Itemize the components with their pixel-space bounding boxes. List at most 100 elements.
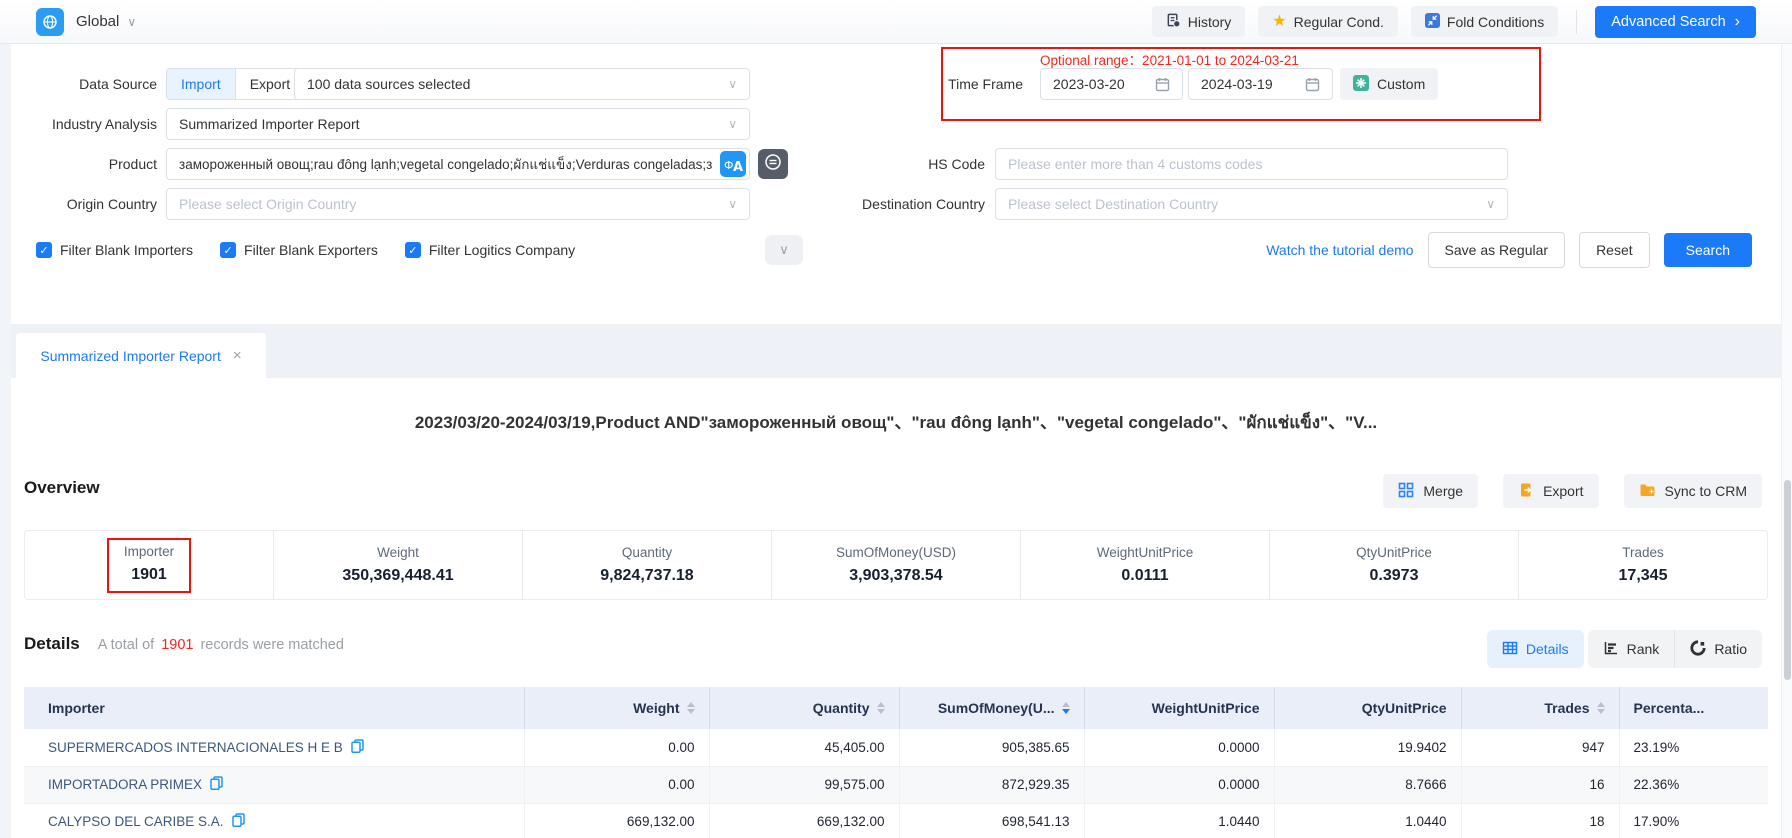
chevron-down-icon: ∨ [728, 77, 737, 91]
view-toggle: Details Rank Ratio [1487, 630, 1762, 668]
hs-code-input[interactable] [995, 148, 1508, 180]
destination-country-select[interactable]: Please select Destination Country ∨ [995, 188, 1508, 220]
topbar-actions: History ★ Regular Cond. Fold Conditions … [1152, 6, 1756, 38]
stat-importer: Importer 1901 [25, 531, 274, 599]
chevron-down-icon: ∨ [127, 15, 136, 29]
import-option[interactable]: Import [167, 69, 236, 99]
save-as-regular-button[interactable]: Save as Regular [1428, 232, 1566, 268]
chevron-down-icon: ∨ [1486, 197, 1495, 211]
cell-sum-of-money: 905,385.65 [899, 729, 1084, 766]
close-icon[interactable]: × [233, 347, 242, 364]
checkbox-checked-icon: ✓ [220, 242, 236, 258]
custom-range-button[interactable]: Custom [1340, 68, 1438, 100]
importer-link[interactable]: CALYPSO DEL CARIBE S.A. [48, 813, 510, 830]
date-to-input[interactable]: 2024-03-19 [1188, 68, 1333, 100]
view-toggle-group: Rank Ratio [1588, 630, 1762, 668]
checkbox-filter-logitics-company[interactable]: ✓ Filter Logitics Company [405, 242, 575, 258]
cell-quantity: 99,575.00 [709, 766, 899, 803]
copy-icon[interactable] [232, 813, 245, 830]
sort-icon-desc-active[interactable] [1062, 702, 1070, 714]
cell-sum-of-money: 698,541.13 [899, 803, 1084, 838]
annotation-box-importer: Importer 1901 [107, 538, 191, 593]
cell-quantity: 669,132.00 [709, 803, 899, 838]
checkbox-filter-blank-importers[interactable]: ✓ Filter Blank Importers [36, 242, 193, 258]
scrollbar-thumb[interactable] [1784, 480, 1791, 680]
filter-checkboxes: ✓ Filter Blank Importers ✓ Filter Blank … [36, 234, 575, 266]
calendar-icon [1155, 77, 1170, 92]
cell-weight: 0.00 [524, 729, 709, 766]
table-grid-icon [1502, 640, 1518, 659]
ratio-view-label: Ratio [1714, 641, 1747, 657]
history-button[interactable]: History [1152, 6, 1246, 37]
export-button[interactable]: Export [1503, 474, 1598, 508]
sync-to-crm-label: Sync to CRM [1665, 483, 1747, 499]
origin-country-select[interactable]: Please select Origin Country ∨ [166, 188, 750, 220]
search-button[interactable]: Search [1664, 233, 1752, 267]
query-title: 2023/03/20-2024/03/19,Product AND"заморо… [0, 408, 1792, 436]
chevron-down-icon: ∨ [779, 242, 789, 258]
header-trades[interactable]: Trades [1461, 687, 1619, 729]
region-switcher[interactable]: Global ∨ [36, 8, 136, 36]
svg-text:A: A [733, 160, 743, 175]
product-input-wrap: ФA [166, 148, 750, 180]
tab-summarized-importer-report[interactable]: Summarized Importer Report × [16, 333, 266, 378]
scrollbar-track[interactable] [1781, 44, 1792, 838]
stat-weight: Weight 350,369,448.41 [274, 531, 523, 599]
sort-icon[interactable] [1597, 702, 1605, 714]
importer-link[interactable]: SUPERMERCADOS INTERNACIONALES H E B [48, 739, 510, 756]
sort-icon[interactable] [687, 702, 695, 714]
rank-view-button[interactable]: Rank [1588, 630, 1675, 668]
sync-to-crm-button[interactable]: Sync to CRM [1624, 474, 1762, 508]
cell-qty-unit-price: 19.9402 [1274, 729, 1461, 766]
cell-importer: SUPERMERCADOS INTERNACIONALES H E B [24, 729, 524, 766]
table-row: SUPERMERCADOS INTERNACIONALES H E B 0.00… [24, 729, 1768, 766]
search-form: Data Source Import Export 100 data sourc… [0, 44, 1792, 324]
regular-cond-button[interactable]: ★ Regular Cond. [1258, 6, 1398, 37]
fold-conditions-button[interactable]: Fold Conditions [1411, 6, 1558, 37]
table-header-row: Importer Weight Quantity SumOfMoney(U... [24, 687, 1768, 729]
product-input[interactable] [166, 148, 750, 180]
header-sum-of-money[interactable]: SumOfMoney(U... [899, 687, 1084, 729]
records-summary: A total of1901records were matched [98, 637, 344, 653]
merge-button[interactable]: Merge [1383, 474, 1478, 508]
cell-trades: 18 [1461, 803, 1619, 838]
data-source-select[interactable]: 100 data sources selected ∨ [294, 68, 750, 100]
data-source-toggle: Import Export [166, 68, 305, 100]
advanced-search-button[interactable]: Advanced Search › [1595, 6, 1756, 38]
fold-icon [1425, 13, 1440, 31]
importer-link[interactable]: IMPORTADORA PRIMEX [48, 776, 510, 793]
results-table: Importer Weight Quantity SumOfMoney(U... [24, 687, 1768, 838]
translate-icon[interactable]: ФA [720, 151, 746, 182]
date-from-input[interactable]: 2023-03-20 [1040, 68, 1183, 100]
table-row: CALYPSO DEL CARIBE S.A. 669,132.00 669,1… [24, 803, 1768, 838]
cell-importer: IMPORTADORA PRIMEX [24, 766, 524, 803]
sort-icon[interactable] [877, 702, 885, 714]
custom-icon [1353, 75, 1369, 94]
data-source-label: Data Source [0, 68, 157, 100]
tutorial-link[interactable]: Watch the tutorial demo [1266, 242, 1413, 258]
chevron-right-icon: › [1735, 14, 1740, 30]
checkbox-filter-blank-exporters[interactable]: ✓ Filter Blank Exporters [220, 242, 378, 258]
ratio-view-button[interactable]: Ratio [1674, 630, 1762, 668]
header-percentage: Percenta... [1619, 687, 1768, 729]
time-frame-label: Time Frame [823, 68, 1023, 100]
cell-percentage: 23.19% [1619, 729, 1768, 766]
merge-icon [1398, 482, 1414, 501]
industry-analysis-label: Industry Analysis [0, 108, 157, 140]
stat-value: 3,903,378.54 [849, 567, 942, 585]
reset-button[interactable]: Reset [1579, 232, 1650, 268]
form-actions: Watch the tutorial demo Save as Regular … [1266, 232, 1752, 268]
copy-icon[interactable] [351, 739, 364, 756]
region-label: Global [76, 13, 119, 30]
details-view-button[interactable]: Details [1487, 630, 1584, 668]
overview-actions: Merge Export Sync to CRM [1383, 474, 1762, 508]
date-to-value: 2024-03-19 [1201, 76, 1273, 92]
header-weight[interactable]: Weight [524, 687, 709, 729]
tab-label: Summarized Importer Report [40, 348, 221, 364]
details-header: Details A total of1901records were match… [24, 634, 344, 654]
cell-qty-unit-price: 8.7666 [1274, 766, 1461, 803]
copy-icon[interactable] [210, 776, 223, 793]
header-quantity[interactable]: Quantity [709, 687, 899, 729]
industry-analysis-select[interactable]: Summarized Importer Report ∨ [166, 108, 750, 140]
collapse-form-button[interactable]: ∨ [765, 235, 803, 265]
